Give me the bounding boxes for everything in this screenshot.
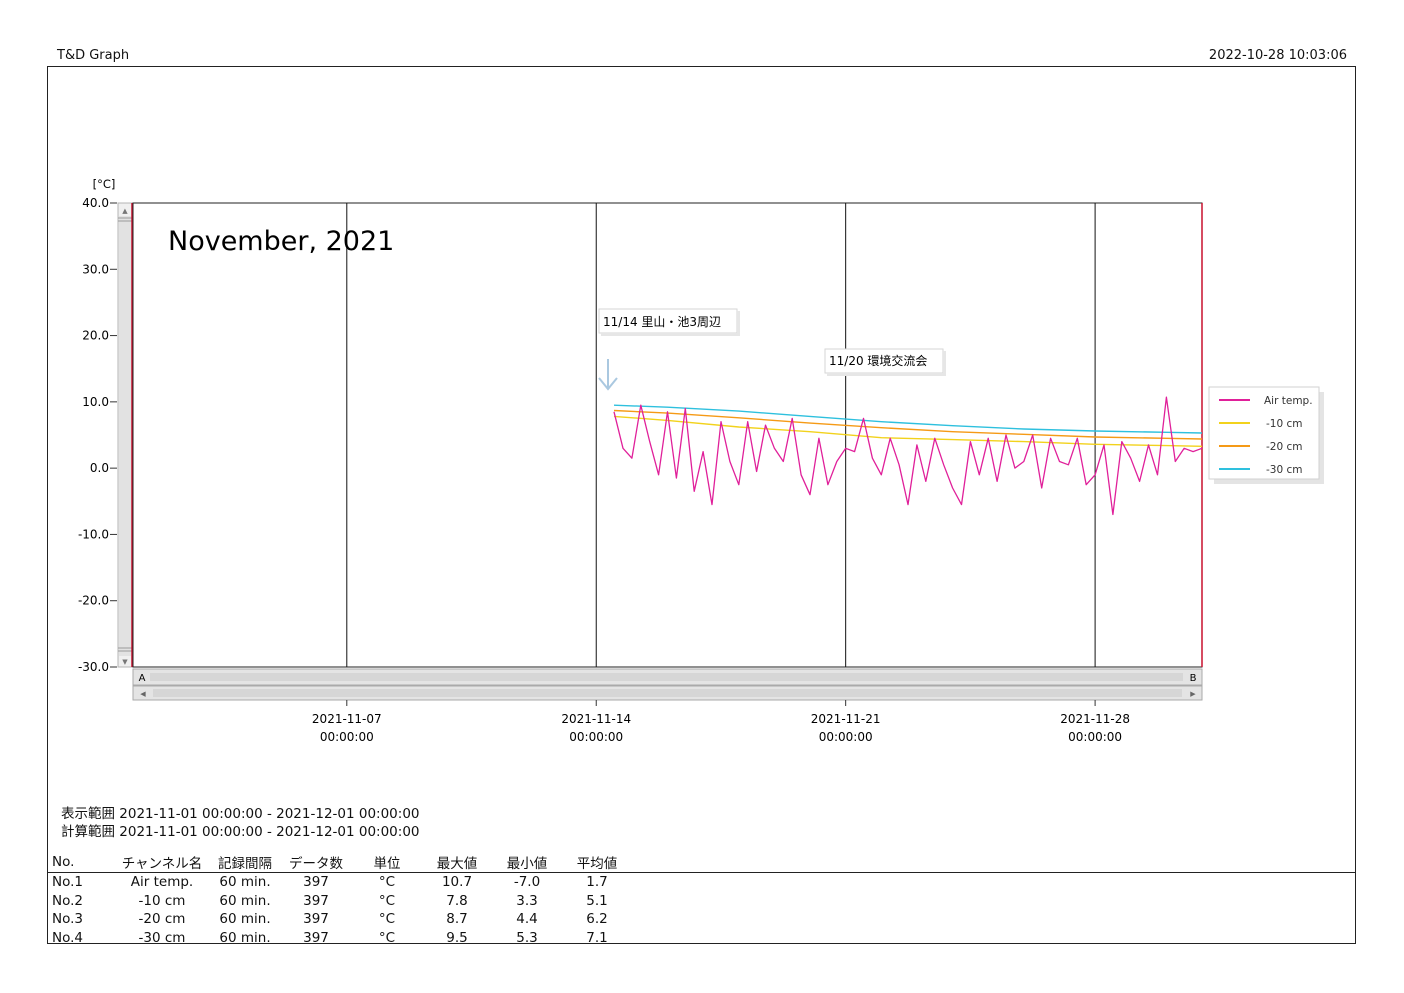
y-tick-label: 20.0 <box>82 329 109 343</box>
stats-header-cell: 最大値 <box>422 852 492 873</box>
y-tick-label: -20.0 <box>78 594 109 608</box>
stats-table: No. チャンネル名 記録間隔 データ数 単位 最大値 最小値 平均値 No.1 Air tem… <box>48 852 1355 947</box>
table-cell: 7.8 <box>446 892 468 909</box>
table-cell: °C <box>378 929 396 946</box>
annotation-2-text: 11/20 環境交流会 <box>829 353 927 368</box>
stats-header-cell: 最小値 <box>492 852 562 873</box>
stats-header-spacer <box>632 852 1355 873</box>
legend: Air temp. -10 cm -20 cm -30 cm <box>1208 386 1324 484</box>
x-tick-time: 00:00:00 <box>569 730 623 744</box>
table-cell: °C <box>378 874 396 891</box>
table-cell: 4.4 <box>516 911 538 928</box>
table-cell: 60 min. <box>219 892 271 909</box>
x-tick-date: 2021-11-14 <box>561 712 631 726</box>
table-row: No.4 -30 cm 60 min. 397 °C 9.5 5.3 7.1 <box>48 929 1355 948</box>
table-cell: 397 <box>303 892 329 909</box>
scroll-right-arrow-icon[interactable]: ▶ <box>1190 690 1196 698</box>
table-cell: -10 cm <box>138 892 186 909</box>
y-tick-label: 10.0 <box>82 395 109 409</box>
table-cell: No.4 <box>52 929 84 946</box>
table-row: No.1 Air temp. 60 min. 397 °C 10.7 -7.0 1.7 <box>48 873 1355 892</box>
table-row: No.3 -20 cm 60 min. 397 °C 8.7 4.4 6.2 <box>48 910 1355 929</box>
table-cell: -20 cm <box>138 911 186 928</box>
legend-label: -10 cm <box>1266 418 1303 430</box>
table-cell: 60 min. <box>219 929 271 946</box>
stats-header-cell: 単位 <box>352 852 422 873</box>
chart-title: November, 2021 <box>168 226 394 257</box>
legend-label: -20 cm <box>1266 441 1303 453</box>
table-spacer <box>632 929 1355 948</box>
scroll-left-arrow-icon[interactable]: ◀ <box>140 690 146 698</box>
annotation-1-text: 11/14 里山・池3周辺 <box>603 315 721 329</box>
legend-label: -30 cm <box>1266 464 1303 476</box>
y-tick-label: 30.0 <box>82 262 109 276</box>
range-marker-b[interactable]: B <box>1190 673 1197 684</box>
table-cell: 397 <box>303 874 329 891</box>
table-cell: 1.7 <box>586 874 608 891</box>
table-cell: -30 cm <box>138 929 186 946</box>
table-cell: 3.3 <box>516 892 538 909</box>
y-tick-label: -10.0 <box>78 527 109 541</box>
y-axis-label: [°C] <box>93 177 116 191</box>
x-tick-time: 00:00:00 <box>819 730 873 744</box>
stats-header-cell: 平均値 <box>562 852 632 873</box>
stats-header-cell: チャンネル名 <box>114 852 210 873</box>
vertical-scrollbar[interactable]: ▲ ▼ <box>117 202 133 668</box>
table-cell: 397 <box>303 929 329 946</box>
table-cell: No.1 <box>52 874 84 891</box>
legend-label: Air temp. <box>1264 395 1313 407</box>
scroll-down-arrow-icon[interactable]: ▼ <box>122 658 128 666</box>
table-spacer <box>632 892 1355 911</box>
x-tick-time: 00:00:00 <box>1068 730 1122 744</box>
stats-header-cell: No. <box>48 852 114 873</box>
table-spacer <box>632 873 1355 892</box>
table-cell: °C <box>378 892 396 909</box>
display-range: 表示範囲 2021-11-01 00:00:00 - 2021-12-01 00… <box>61 806 420 822</box>
table-cell: 10.7 <box>441 874 473 891</box>
range-scrollbar[interactable]: A B <box>132 668 1203 686</box>
scroll-up-arrow-icon[interactable]: ▲ <box>122 207 128 215</box>
y-tick-label: 0.0 <box>90 461 109 475</box>
x-tick-time: 00:00:00 <box>320 730 374 744</box>
x-axis-ticks: 2021-11-07 00:00:00 2021-11-14 00:00:00 2021… <box>312 700 1130 744</box>
annotation-1: 11/14 里山・池3周辺 <box>598 308 740 336</box>
table-row: No.2 -10 cm 60 min. 397 °C 7.8 3.3 5.1 <box>48 892 1355 911</box>
stats-header-cell: 記録間隔 <box>210 852 280 873</box>
table-cell: Air temp. <box>130 874 194 891</box>
table-cell: 6.2 <box>586 911 608 928</box>
x-tick-date: 2021-11-21 <box>811 712 881 726</box>
table-cell: -7.0 <box>513 874 541 891</box>
horizontal-scrollbar[interactable]: ◀ ▶ <box>132 685 1203 701</box>
table-cell: 60 min. <box>219 911 271 928</box>
table-cell: °C <box>378 911 396 928</box>
x-tick-date: 2021-11-28 <box>1060 712 1130 726</box>
stats-header-cell: データ数 <box>280 852 352 873</box>
table-cell: 5.1 <box>586 892 608 909</box>
table-cell: 397 <box>303 911 329 928</box>
temperature-chart: [°C] 40.030.020.010.00.0-10.0-20.0-30.0 … <box>78 177 1324 744</box>
table-spacer <box>632 910 1355 929</box>
table-cell: 7.1 <box>586 929 608 946</box>
y-tick-label: -30.0 <box>78 660 109 674</box>
stats-header-row: No. チャンネル名 記録間隔 データ数 単位 最大値 最小値 平均値 <box>48 852 1355 873</box>
table-cell: 60 min. <box>219 874 271 891</box>
table-cell: 9.5 <box>446 929 468 946</box>
table-cell: 8.7 <box>446 911 468 928</box>
table-cell: No.2 <box>52 892 84 909</box>
table-cell: 5.3 <box>516 929 538 946</box>
x-tick-date: 2021-11-07 <box>312 712 382 726</box>
range-marker-a[interactable]: A <box>139 673 146 684</box>
y-tick-label: 40.0 <box>82 196 109 210</box>
table-cell: No.3 <box>52 911 84 928</box>
annotation-2: 11/20 環境交流会 <box>824 348 946 376</box>
y-axis-ticks: 40.0 30.0 20.0 10.0 0.0 -10.0 -20.0 -30.0 <box>78 196 117 674</box>
calc-range: 計算範囲 2021-11-01 00:00:00 - 2021-12-01 00… <box>61 824 420 840</box>
